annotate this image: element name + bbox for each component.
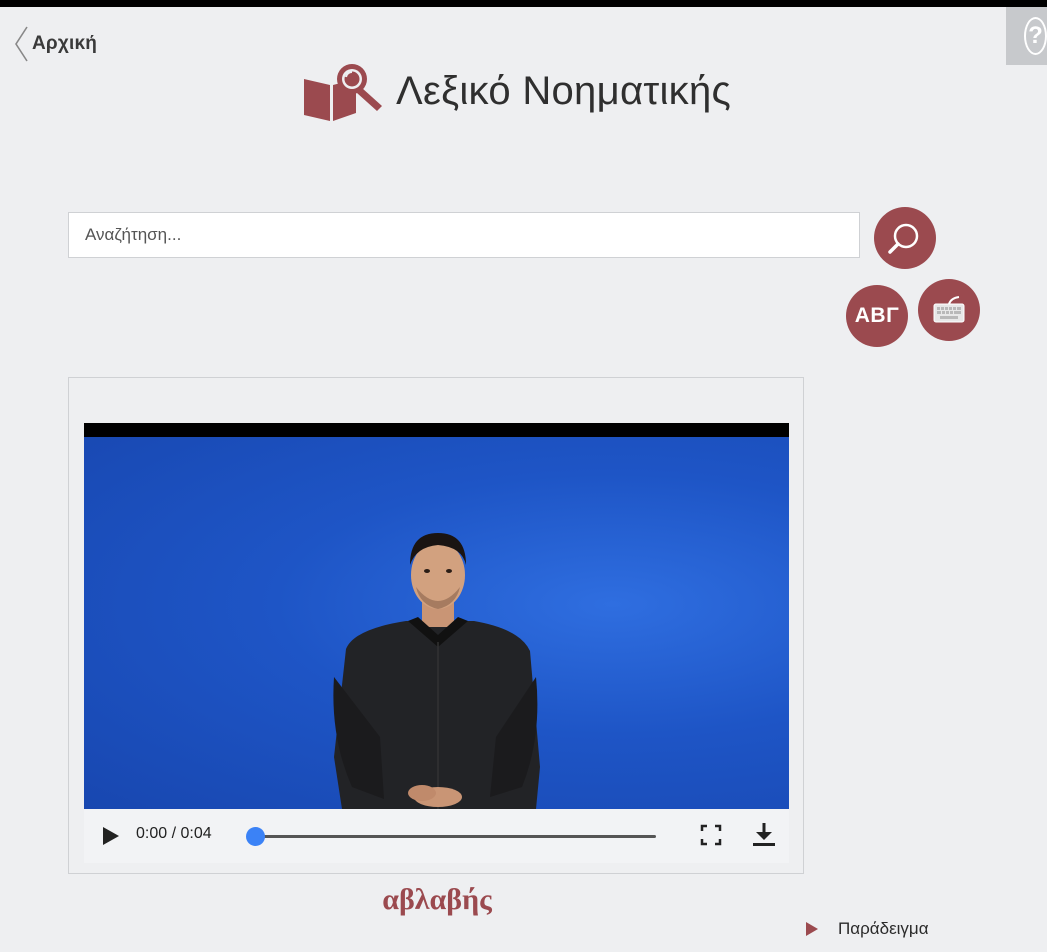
video-player[interactable]: 0:00 / 0:04 bbox=[84, 423, 789, 863]
alphabet-button[interactable]: ΑΒΓ bbox=[846, 285, 908, 347]
video-time: 0:00 / 0:04 bbox=[136, 825, 212, 842]
sign-language-presenter-image bbox=[333, 533, 540, 809]
back-link[interactable]: Αρχική bbox=[14, 26, 97, 62]
fullscreen-icon[interactable] bbox=[700, 824, 722, 846]
word-title: αβλαβής bbox=[382, 883, 492, 916]
example-link[interactable]: Παράδειγμα bbox=[806, 919, 929, 939]
alphabet-button-label: ΑΒΓ bbox=[854, 304, 900, 327]
play-icon[interactable] bbox=[102, 826, 120, 846]
keyboard-button[interactable] bbox=[918, 279, 980, 341]
video-frame bbox=[84, 437, 789, 809]
download-icon[interactable] bbox=[752, 822, 776, 848]
keyboard-icon bbox=[933, 296, 965, 323]
chevron-left-icon bbox=[15, 26, 28, 62]
app-window: Αρχική ? Λεξικό Νοηματικής ΑΒΓ bbox=[0, 7, 1047, 952]
page-header: Λεξικό Νοηματικής bbox=[300, 59, 731, 123]
book-search-logo-icon bbox=[304, 64, 382, 121]
search-input[interactable] bbox=[68, 212, 860, 258]
search-icon bbox=[888, 223, 919, 254]
help-button[interactable]: ? bbox=[1006, 7, 1047, 65]
video-progress-bar[interactable] bbox=[246, 827, 656, 846]
back-link-label: Αρχική bbox=[32, 33, 98, 54]
example-link-label: Παράδειγμα bbox=[838, 919, 929, 938]
page-title: Λεξικό Νοηματικής bbox=[396, 68, 732, 113]
triangle-right-icon bbox=[806, 922, 818, 936]
video-progress-knob[interactable] bbox=[246, 827, 265, 846]
video-controls: 0:00 / 0:04 bbox=[84, 809, 789, 863]
help-icon: ? bbox=[1024, 17, 1047, 55]
search-button[interactable] bbox=[874, 207, 936, 269]
